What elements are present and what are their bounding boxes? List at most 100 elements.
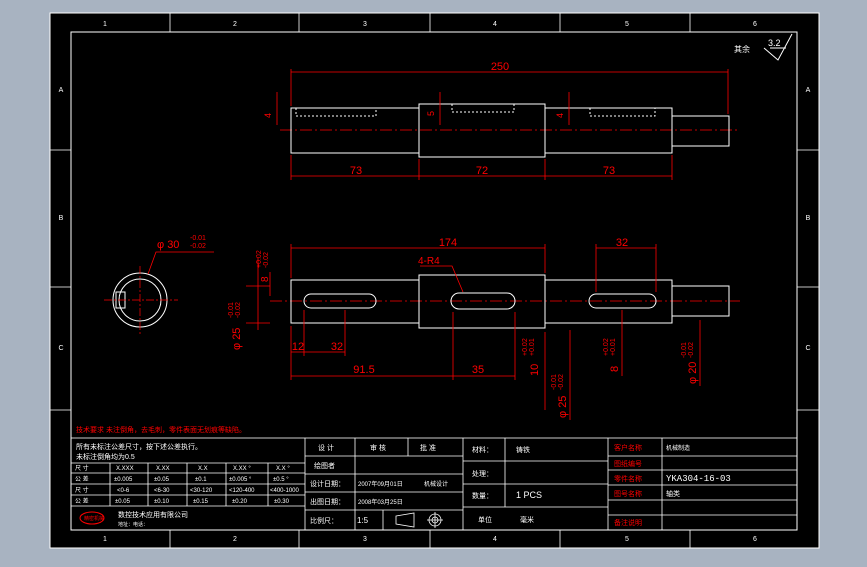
zone-row-right-B: B xyxy=(806,215,811,222)
zone-col-bottom-6: 6 xyxy=(753,536,757,543)
zone-col-top-5: 5 xyxy=(625,21,629,28)
section-tol-upper: -0.01 xyxy=(190,235,206,242)
dim-dia-25-tol-lower: -0.02 xyxy=(558,374,565,390)
part-name-value: 轴类 xyxy=(666,489,680,498)
svg-text:±0.005: ±0.005 xyxy=(114,477,133,483)
dim-10-tol-lower: +0.01 xyxy=(529,338,536,356)
tech-notes-text: 未注倒角，去毛刺，零件表面无划痕等缺陷。 xyxy=(106,425,246,434)
unit-label: 单位 xyxy=(478,515,492,524)
design-date-label: 设计日期： xyxy=(310,479,345,488)
dim-35: 35 xyxy=(472,364,484,376)
drawing-viewport[interactable]: 1 2 3 4 5 6 1 2 3 4 5 6 A B C A B C 其余 3… xyxy=(0,0,867,562)
svg-text:X.X °: X.X ° xyxy=(276,466,290,472)
svg-text:±0.05: ±0.05 xyxy=(115,499,131,505)
remark-label: 备注说明 xyxy=(614,518,642,527)
svg-text:<400-1000: <400-1000 xyxy=(270,488,300,494)
dim-dia-20-tol-upper: -0.01 xyxy=(681,342,688,358)
company-address: 地址：电话： xyxy=(118,521,148,528)
client-label: 客户名称 xyxy=(614,443,642,452)
dim-depth-right-4: 4 xyxy=(555,113,565,118)
zone-row-right-A: A xyxy=(806,87,811,94)
dim-dia-20-tol-lower: -0.02 xyxy=(688,342,695,358)
design-place: 机械设计 xyxy=(424,480,448,488)
zone-col-top-4: 4 xyxy=(493,21,497,28)
svg-text:X.XX: X.XX xyxy=(156,466,170,472)
zone-row-left-A: A xyxy=(59,87,64,94)
dim-10-tol-upper: +0.02 xyxy=(522,338,529,356)
dim-depth-left-4: 4 xyxy=(263,113,273,118)
svg-text:±0.30: ±0.30 xyxy=(274,499,290,505)
scale-value: 1:5 xyxy=(357,516,369,525)
dim-8-right-tol-upper: +0.02 xyxy=(603,338,610,356)
material-label: 材料： xyxy=(472,445,493,454)
svg-text:X.XXX: X.XXX xyxy=(116,466,134,472)
svg-text:±0.15: ±0.15 xyxy=(193,499,209,505)
dim-10: 10 xyxy=(529,364,541,376)
dim-fillet-4-R4: 4-R4 xyxy=(418,256,440,267)
dim-left-dia-25: φ 25 xyxy=(231,328,243,350)
svg-text:<6-30: <6-30 xyxy=(154,488,170,494)
zone-col-bottom-5: 5 xyxy=(625,536,629,543)
dim-left-dia-upper: -0.01 xyxy=(228,302,235,318)
zone-col-bottom-4: 4 xyxy=(493,536,497,543)
scale-label: 比例尺： xyxy=(310,516,338,525)
dim-8-right: 8 xyxy=(609,366,621,372)
zone-col-bottom-3: 3 xyxy=(363,536,367,543)
qty-value: 1 PCS xyxy=(516,490,542,500)
svg-text:X.X: X.X xyxy=(198,466,208,472)
sign-review: 审 核 xyxy=(370,443,386,452)
svg-text:<120-400: <120-400 xyxy=(229,488,255,494)
roughness-label: 其余 xyxy=(734,44,750,54)
zone-col-bottom-2: 2 xyxy=(233,536,237,543)
tech-notes-title: 技术要求 xyxy=(76,425,104,434)
svg-text:X.XX °: X.XX ° xyxy=(233,466,251,472)
finish-label: 处理： xyxy=(472,469,493,478)
drawing-name-label: 图号名称 xyxy=(614,489,642,498)
drawing-no-value: YKA304-16-03 xyxy=(666,474,731,484)
client-value: 机械制造 xyxy=(666,444,690,452)
dim-seg-left-73: 73 xyxy=(350,165,362,177)
design-date: 2007年09月01日 xyxy=(358,480,403,488)
dim-overall-250: 250 xyxy=(491,61,509,73)
unit-value: 毫米 xyxy=(520,515,534,524)
dim-left-dia-lower: -0.02 xyxy=(235,302,242,318)
svg-text:±0.1: ±0.1 xyxy=(195,477,207,483)
svg-text:<30-120: <30-120 xyxy=(190,488,213,494)
qty-label: 数量： xyxy=(472,491,493,500)
svg-text:±0.05: ±0.05 xyxy=(154,477,170,483)
dim-dia-25-right: φ 25 xyxy=(557,396,569,418)
roughness-value: 3.2 xyxy=(768,38,781,48)
dim-length-32: 32 xyxy=(616,237,628,249)
draw-date: 2008年03月25日 xyxy=(358,498,403,506)
company-name: 数控技术应用有限公司 xyxy=(118,510,188,519)
svg-text:尺 寸: 尺 寸 xyxy=(75,464,89,472)
sign-design: 设 计 xyxy=(318,443,334,452)
zone-row-left-B: B xyxy=(59,215,64,222)
dim-dia-20: φ 20 xyxy=(687,362,699,384)
sign-approve: 批 准 xyxy=(420,443,436,452)
svg-text:公 差: 公 差 xyxy=(75,475,89,483)
tolerance-note-1: 所有未标注公差尺寸，按下述公差执行。 xyxy=(76,442,202,451)
dim-8-right-tol-lower: +0.01 xyxy=(610,338,617,356)
dim-left-8: 8 xyxy=(260,276,271,282)
svg-text:尺 寸: 尺 寸 xyxy=(75,486,89,494)
section-tol-lower: -0.02 xyxy=(190,243,206,250)
dim-left-tol-lower: -0.02 xyxy=(263,252,270,268)
material-value: 铸铁 xyxy=(516,445,530,454)
drawing-no-label: 图纸编号 xyxy=(614,459,642,468)
drawer-label: 绘图者 xyxy=(314,461,335,470)
dim-dia-25-tol-upper: -0.01 xyxy=(551,374,558,390)
dim-seg-right-73: 73 xyxy=(603,165,615,177)
dim-left-tol-upper: +0.02 xyxy=(256,250,263,268)
dim-12: 12 xyxy=(292,341,304,353)
cad-drawing-canvas[interactable]: 1 2 3 4 5 6 1 2 3 4 5 6 A B C A B C 其余 3… xyxy=(0,0,867,562)
dim-length-174: 174 xyxy=(439,237,457,249)
zone-col-top-1: 1 xyxy=(103,21,107,28)
dim-depth-mid-5: 5 xyxy=(426,111,436,116)
zone-col-top-3: 3 xyxy=(363,21,367,28)
svg-text:±0.005 °: ±0.005 ° xyxy=(229,477,252,483)
svg-text:±0.20: ±0.20 xyxy=(232,499,248,505)
zone-row-left-C: C xyxy=(58,345,63,352)
zone-col-top-2: 2 xyxy=(233,21,237,28)
svg-text:±0.10: ±0.10 xyxy=(154,499,170,505)
